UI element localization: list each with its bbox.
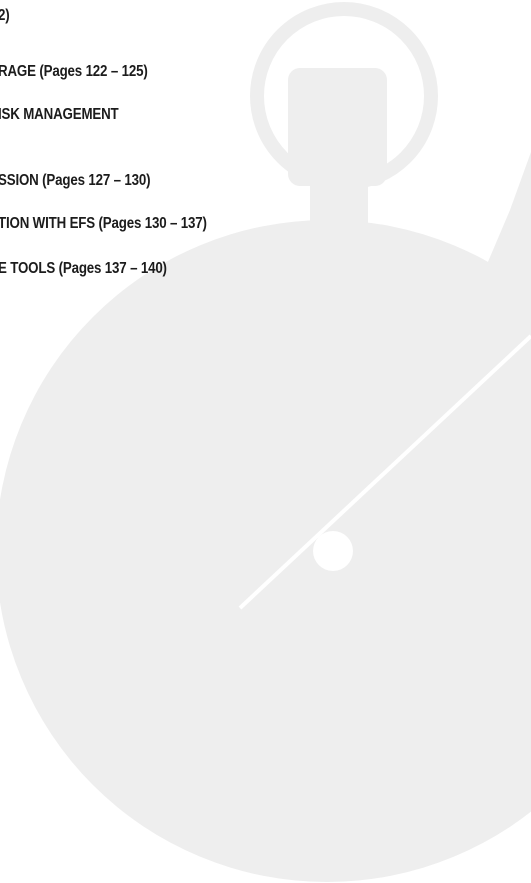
toc-line: E TOOLS (Pages 137 – 140) <box>0 260 167 277</box>
toc-line: ISK MANAGEMENT <box>0 106 119 123</box>
toc-line: SSION (Pages 127 – 130) <box>0 172 151 189</box>
toc-line: RAGE (Pages 122 – 125) <box>0 63 148 80</box>
toc-line: 2) <box>0 7 10 24</box>
toc-line: TION WITH EFS (Pages 130 – 137) <box>0 215 207 232</box>
table-of-contents: 2) RAGE (Pages 122 – 125) ISK MANAGEMENT… <box>0 0 531 883</box>
